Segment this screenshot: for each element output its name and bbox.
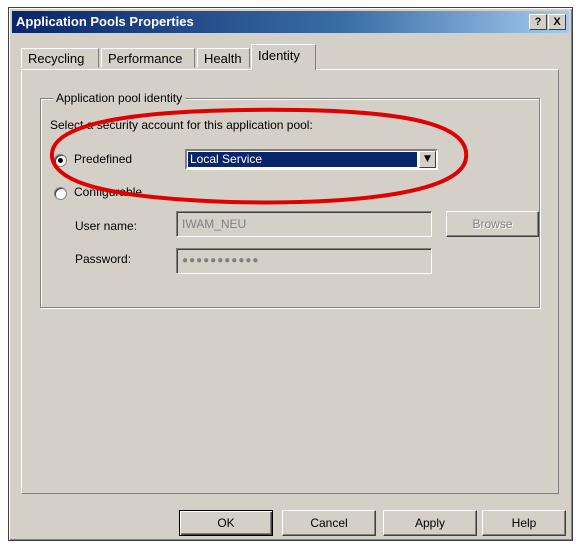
window-title: Application Pools Properties [16, 14, 194, 29]
instruction-text: Select a security account for this appli… [50, 118, 313, 132]
predefined-radio[interactable] [54, 154, 67, 167]
predefined-label[interactable]: Predefined [74, 152, 132, 166]
help-title-button[interactable]: ? [529, 14, 547, 30]
username-field[interactable]: IWAM_NEU [176, 211, 432, 237]
tab-health[interactable]: Health [197, 48, 250, 68]
title-bar[interactable]: Application Pools Properties ? X [12, 11, 569, 33]
groupbox-label: Application pool identity [53, 91, 186, 105]
predefined-account-select[interactable]: Local Service ▼ [185, 149, 438, 170]
tab-performance[interactable]: Performance [101, 48, 195, 68]
password-label: Password: [75, 252, 132, 266]
help-button[interactable]: Help [482, 510, 566, 536]
username-label: User name: [75, 219, 138, 233]
browse-button[interactable]: Browse [446, 211, 539, 237]
chevron-down-icon[interactable]: ▼ [419, 151, 436, 168]
selected-account-value: Local Service [188, 152, 417, 167]
radio-selected-dot [58, 158, 63, 163]
configurable-radio[interactable] [54, 187, 67, 200]
password-field[interactable]: ●●●●●●●●●●● [176, 248, 432, 274]
properties-dialog: Application Pools Properties ? X Recycli… [8, 7, 573, 541]
configurable-label[interactable]: Configurable [74, 185, 142, 199]
tab-recycling[interactable]: Recycling [21, 48, 99, 68]
apply-button[interactable]: Apply [383, 510, 477, 536]
tab-identity[interactable]: Identity [251, 44, 316, 70]
cancel-button[interactable]: Cancel [282, 510, 376, 536]
close-button[interactable]: X [548, 14, 566, 30]
ok-button[interactable]: OK [179, 510, 273, 536]
